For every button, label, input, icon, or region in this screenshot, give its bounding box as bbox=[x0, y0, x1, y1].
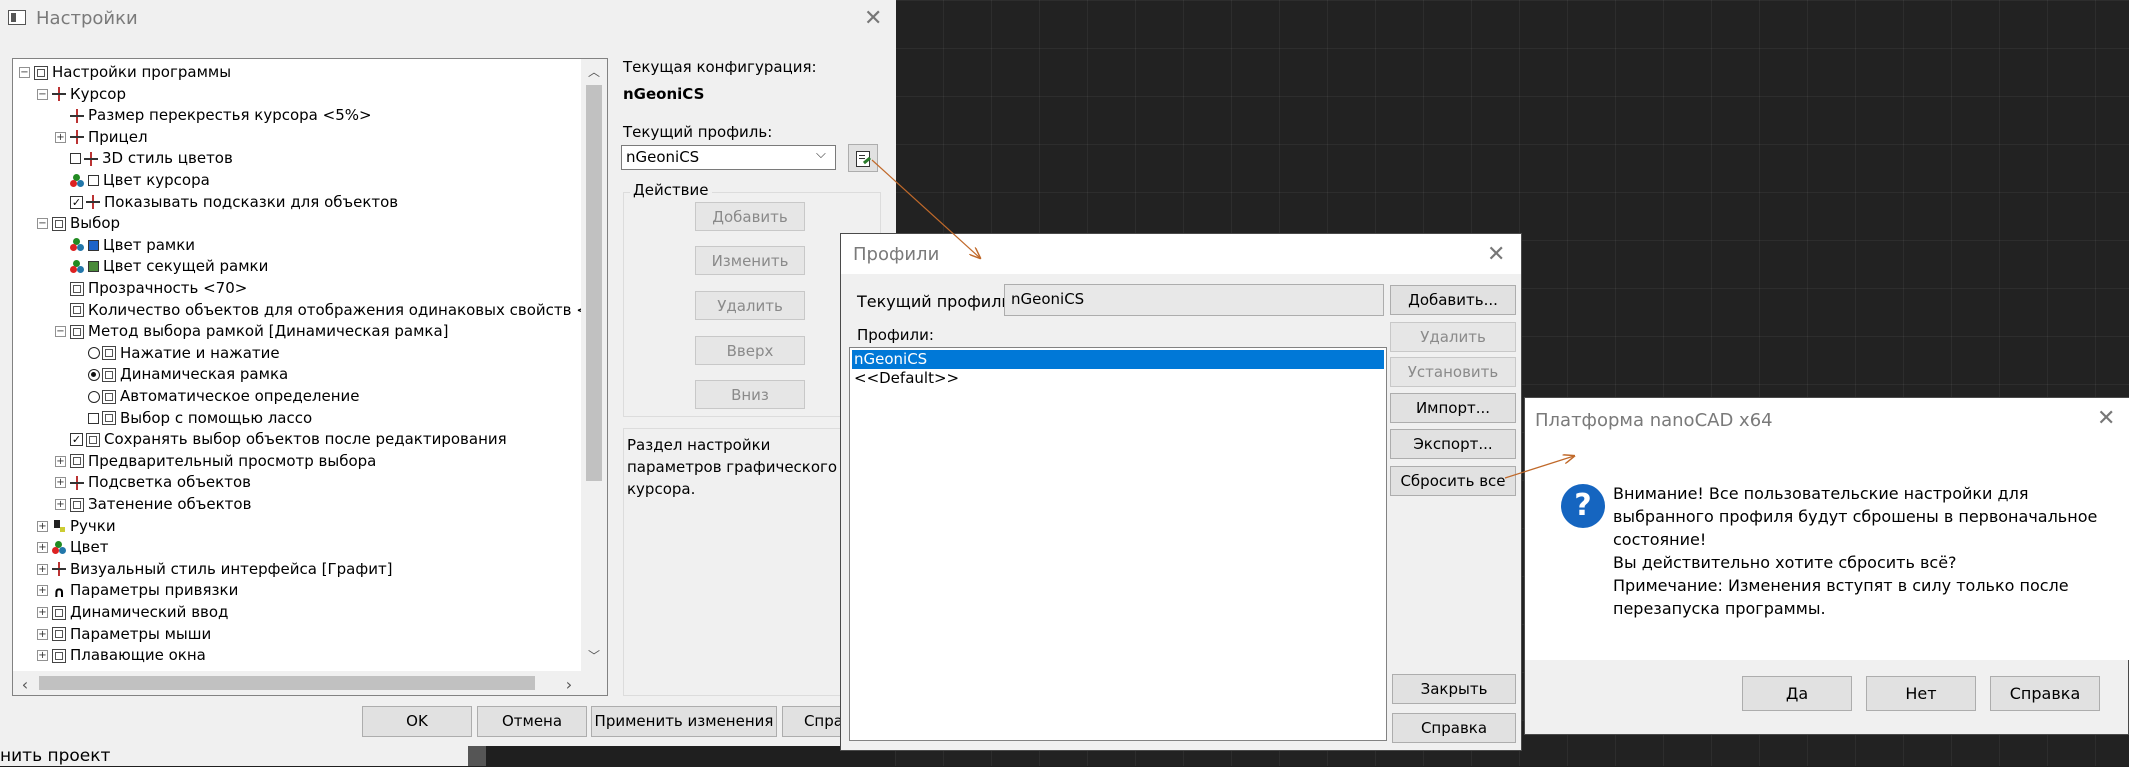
annotation-arrows bbox=[871, 159, 2129, 479]
arrow-to-profiles bbox=[871, 159, 980, 258]
arrow-to-confirm bbox=[1504, 456, 1574, 479]
